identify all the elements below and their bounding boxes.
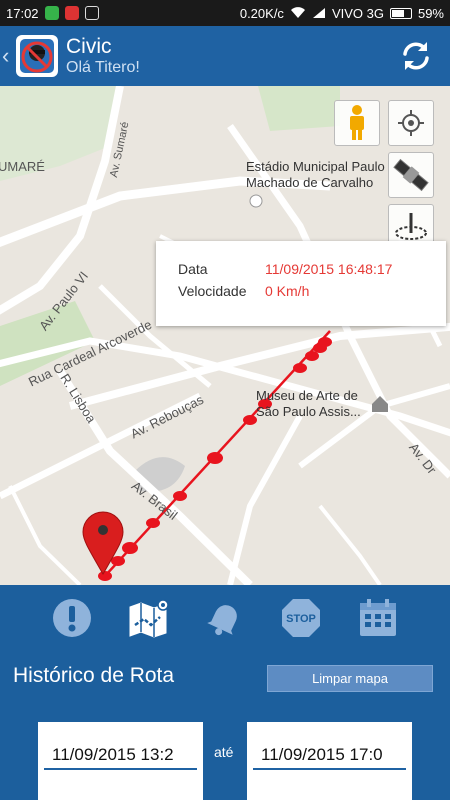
poi-stadium-line2: Machado de Carvalho [246, 175, 374, 190]
alert-button[interactable] [50, 596, 94, 640]
poi-museum[interactable]: Museu de Arte de São Paulo Assis... [256, 388, 361, 420]
whatsapp-icon [44, 6, 59, 20]
thief-logo-icon [20, 39, 54, 73]
poi-museum-line2: São Paulo Assis... [256, 404, 361, 419]
from-date-box [38, 722, 203, 800]
battery-icon [389, 7, 412, 19]
app-logo[interactable] [16, 35, 58, 77]
satellite-icon [393, 158, 429, 192]
info-speed-label: Velocidade [178, 283, 247, 299]
compass-icon [395, 213, 427, 240]
street-view-button[interactable] [334, 100, 380, 146]
notifications-button[interactable] [203, 596, 247, 640]
stop-icon: STOP [282, 598, 321, 637]
route-points [98, 337, 332, 581]
my-location-button[interactable] [388, 100, 434, 146]
calendar-button[interactable] [356, 596, 400, 640]
clock: 17:02 [6, 5, 39, 21]
bell-icon [207, 604, 237, 635]
crosshair-icon [398, 110, 424, 136]
poi-stadium[interactable]: Estádio Municipal Paulo Machado de Carva… [246, 159, 385, 191]
satellite-button[interactable] [388, 152, 434, 198]
map-route-icon [129, 598, 169, 638]
map-route-button[interactable] [127, 596, 171, 640]
poi-stadium-line1: Estádio Municipal Paulo [246, 159, 385, 174]
to-date-box [247, 722, 412, 800]
poi-museum-line1: Museu de Arte de [256, 388, 358, 403]
info-date-label: Data [178, 261, 208, 277]
stop-icon-text: STOP [286, 613, 316, 625]
to-date-input[interactable] [253, 742, 406, 770]
info-speed-value: 0 Km/h [265, 283, 310, 299]
back-chevron-icon[interactable]: ‹ [2, 43, 14, 69]
calendar-icon [359, 598, 396, 636]
wifi-icon [290, 7, 305, 19]
until-label: até [214, 744, 234, 760]
info-date-value: 11/09/2015 16:48:17 [265, 261, 393, 277]
map-view[interactable]: UMARÉ Av. Sumaré Av. Paulo VI Rua Cardea… [0, 86, 450, 585]
from-date-input[interactable] [44, 742, 197, 770]
route-history-title: Histórico de Rota [13, 664, 175, 687]
stop-button[interactable]: STOP [279, 596, 323, 640]
carrier-label: VIVO 3G [331, 5, 384, 21]
district-label: UMARÉ [0, 159, 45, 174]
clear-map-button[interactable]: Limpar mapa [267, 665, 433, 692]
network-speed: 0.20K/c [239, 5, 284, 21]
alert-icon [53, 598, 92, 637]
app-header: ‹ Civic Olá Titero! [0, 26, 450, 86]
pegman-icon [350, 105, 364, 140]
refresh-icon[interactable] [398, 38, 434, 74]
battery-level: 59% [417, 5, 444, 21]
signal-icon [312, 8, 325, 18]
app-notification-icon [64, 6, 79, 20]
notification-icon [84, 6, 99, 20]
greeting-subtitle: Olá Titero! [66, 58, 140, 76]
status-bar: 17:02 0.20K/c VIVO 3G 59% [0, 0, 450, 26]
bottom-toolbar: STOP [0, 585, 450, 650]
app-title: Civic [66, 34, 112, 58]
info-window: Data 11/09/2015 16:48:17 Velocidade 0 Km… [156, 241, 446, 326]
